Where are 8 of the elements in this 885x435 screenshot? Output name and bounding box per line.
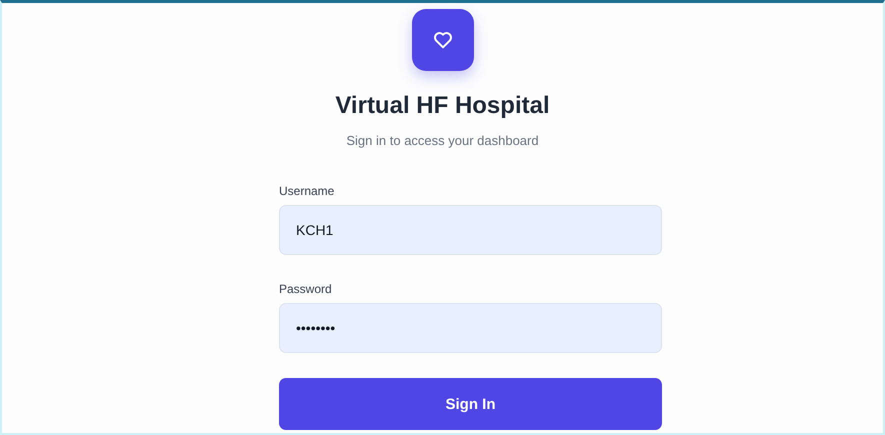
subtitle: Sign in to access your dashboard	[346, 133, 539, 148]
input-field[interactable]: KCH1	[279, 205, 662, 255]
field-label: Password	[279, 282, 332, 296]
field-label: Username	[279, 184, 334, 198]
heart-icon	[432, 31, 452, 49]
input-field[interactable]: ••••••••	[279, 303, 662, 353]
sign-in-button[interactable]: Sign In	[279, 378, 662, 430]
app-title: Virtual HF Hospital	[335, 91, 550, 121]
